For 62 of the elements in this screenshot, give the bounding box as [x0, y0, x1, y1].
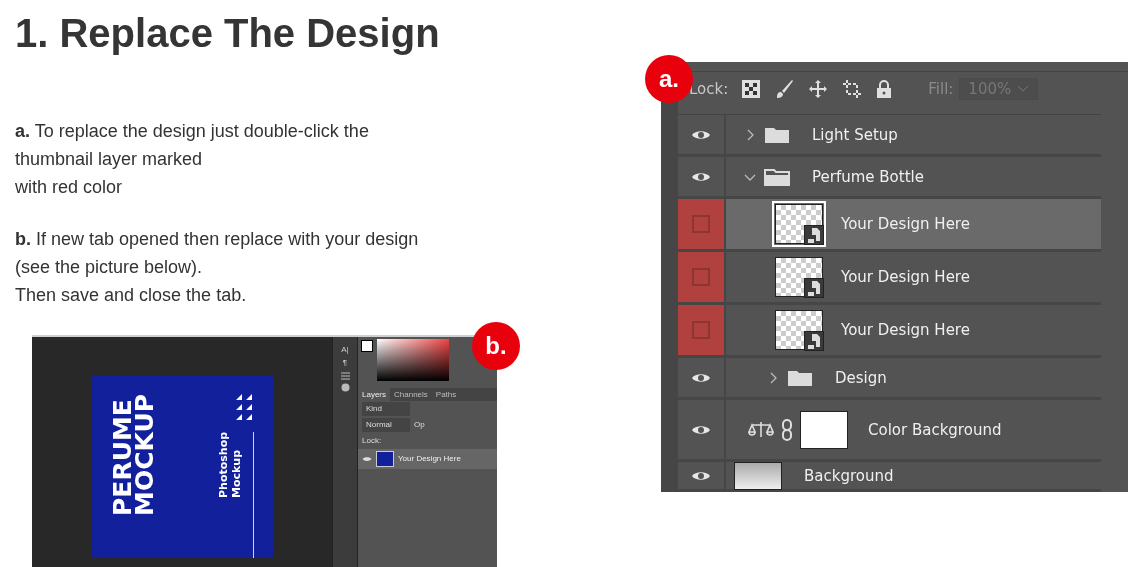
layer-name: Color Background: [868, 420, 1002, 439]
chevron-down-icon: [1017, 84, 1030, 93]
smart-object-icon: [804, 278, 824, 298]
panel-tab[interactable]: Layers: [358, 388, 390, 401]
balance-scale-icon: [748, 420, 774, 439]
layer-row[interactable]: Your Design Here: [678, 199, 1101, 252]
folder-icon: [787, 368, 813, 387]
layer-mask-thumbnail: [800, 410, 848, 449]
layer-name: Background: [804, 466, 894, 485]
layer-name: Perfume Bottle: [812, 167, 924, 186]
instruction-text: a. To replace the design just double-click the thumbnail layer marked with red color: [15, 120, 369, 199]
color-swatch[interactable]: [361, 340, 373, 352]
visibility-checkbox[interactable]: [692, 321, 710, 339]
move-icon[interactable]: [808, 78, 829, 99]
eye-icon[interactable]: [362, 456, 372, 462]
opacity-label: Op: [414, 420, 425, 429]
layer-name: Light Setup: [812, 125, 898, 144]
adjustment-icon[interactable]: [340, 383, 350, 392]
layer-thumbnail: [376, 451, 394, 467]
panel-tab[interactable]: Paths: [431, 388, 461, 401]
layer-name: Your Design Here: [398, 453, 461, 465]
layer-name: Your Design Here: [841, 321, 970, 339]
filter-field[interactable]: Kind: [362, 402, 410, 416]
layer-row[interactable]: Background: [678, 462, 1101, 492]
brush-icon[interactable]: [774, 78, 795, 99]
callout-badge: b.: [472, 322, 520, 370]
visibility-checkbox[interactable]: [692, 268, 710, 286]
layer-row[interactable]: Light Setup: [678, 115, 1101, 157]
eye-icon[interactable]: [691, 170, 711, 183]
artwork-subtitle: Photoshop Mockup: [217, 431, 243, 498]
layer-name: Your Design Here: [841, 215, 970, 233]
page-heading: 1. Replace The Design: [15, 10, 441, 57]
layer-row[interactable]: Your Design Here: [678, 252, 1101, 305]
layer-name: Your Design Here: [841, 268, 970, 286]
panel-tab[interactable]: Channels: [390, 388, 432, 401]
layer-row[interactable]: Your Design Here: [678, 305, 1101, 358]
folder-icon: [764, 125, 790, 144]
layer-row[interactable]: Color Background: [678, 400, 1101, 462]
tool-button[interactable]: A|: [341, 345, 349, 355]
layer-name: Design: [835, 368, 887, 387]
smart-object-icon: [804, 331, 824, 351]
layer-row[interactable]: Design: [678, 358, 1101, 400]
blend-mode-dropdown[interactable]: Normal: [362, 418, 410, 432]
checkerboard-lock-icon[interactable]: [742, 79, 761, 98]
link-icon: [782, 418, 792, 441]
lock-label: Lock:: [362, 436, 382, 445]
eye-icon[interactable]: [691, 128, 711, 141]
folder-icon: [764, 167, 790, 186]
color-picker[interactable]: [377, 339, 449, 381]
sliders-icon[interactable]: [340, 371, 350, 380]
instruction-text: b. If new tab opened then replace with your design (see the picture below). Then save and close the tab.: [15, 228, 419, 307]
smart-object-icon: [804, 225, 824, 245]
crop-icon[interactable]: [842, 78, 863, 99]
eye-icon[interactable]: [691, 371, 711, 384]
layer-row[interactable]: Your Design Here: [358, 449, 497, 469]
eye-icon[interactable]: [691, 469, 711, 482]
visibility-checkbox[interactable]: [692, 215, 710, 233]
layer-thumbnail: [734, 461, 782, 490]
artwork-title: PERUME MOCKUP: [112, 393, 156, 516]
lock-icon[interactable]: [876, 79, 893, 98]
eye-icon[interactable]: [691, 423, 711, 436]
tool-button[interactable]: ¶: [342, 358, 348, 368]
